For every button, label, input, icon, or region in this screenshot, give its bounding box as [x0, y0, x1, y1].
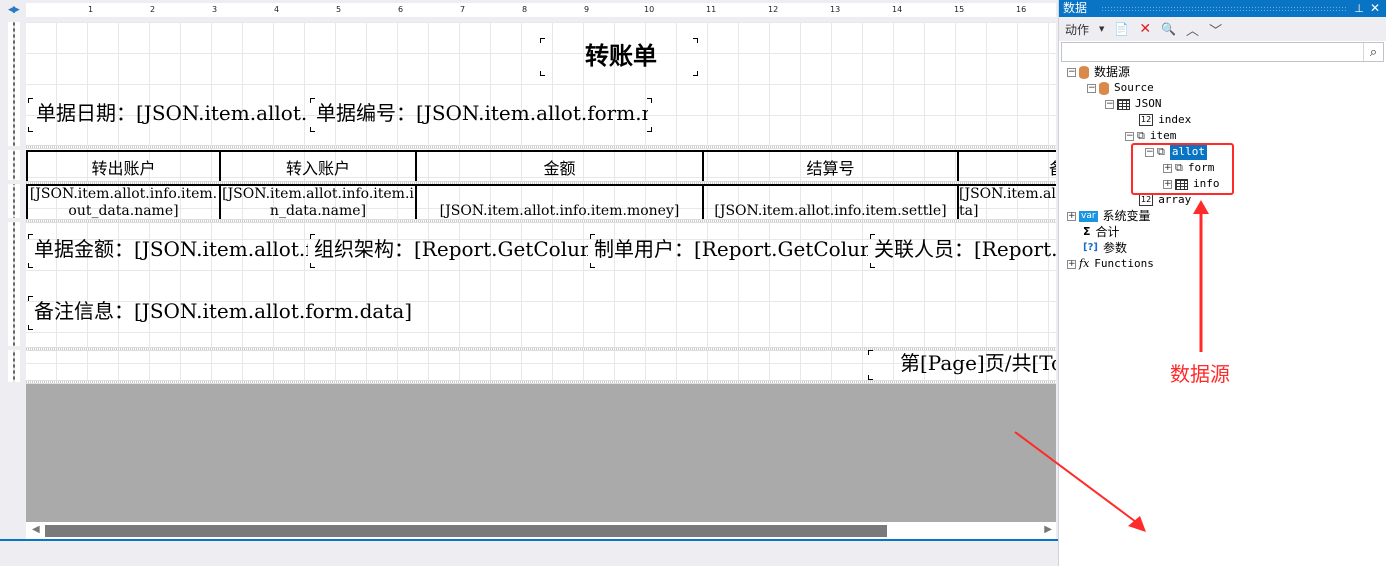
- horizontal-ruler: 1 2 3 4 5 6 7 8 9 10 11 12 13 14 15 16: [26, 3, 1056, 17]
- designer-background: [26, 384, 1056, 522]
- close-icon[interactable]: ✕: [1370, 0, 1380, 17]
- collapse-icon[interactable]: −: [1125, 131, 1134, 141]
- vertical-ruler: [8, 22, 20, 382]
- data-cell[interactable]: [JSON.item.allot.info.item.out_data.name…: [26, 184, 221, 222]
- header-cell[interactable]: 备注: [957, 150, 1056, 184]
- tree-node-json[interactable]: − JSON: [1105, 96, 1162, 112]
- related-person-field[interactable]: 关联人员：[Report.GetColumn]: [870, 234, 1056, 268]
- table-data-row[interactable]: [JSON.item.allot.info.item.out_data.name…: [26, 184, 1056, 222]
- report-page: 转账单 单据日期：[JSON.item.allot.form.date] 单据编…: [26, 22, 1056, 384]
- header-cell[interactable]: 结算号: [702, 150, 959, 184]
- ruler-mark: 6: [398, 3, 404, 17]
- search-icon[interactable]: ⌕: [1363, 43, 1383, 61]
- status-divider: [0, 539, 1058, 541]
- number-field[interactable]: 单据编号：[JSON.item.allot.form.number]: [310, 98, 652, 132]
- expand-icon[interactable]: +: [1067, 211, 1076, 221]
- band-separator: [26, 145, 1056, 149]
- pin-icon[interactable]: ⊥: [1354, 0, 1364, 17]
- collapse-icon[interactable]: −: [1105, 99, 1114, 109]
- organization-field[interactable]: 组织架构：[Report.GetColumn]: [310, 234, 592, 268]
- tree-node-parameters[interactable]: [?] 参数: [1083, 240, 1127, 256]
- new-item-icon[interactable]: 📄: [1114, 22, 1129, 36]
- scroll-right-icon[interactable]: ▶: [1044, 524, 1052, 535]
- ruler-mark: 8: [522, 3, 528, 17]
- expand-icon[interactable]: +: [1067, 259, 1076, 269]
- data-cell[interactable]: [JSON.item.allot.info.item.settle]: [702, 184, 959, 222]
- report-title: 转账单: [585, 42, 657, 70]
- ruler-mark: 2: [150, 3, 156, 17]
- date-field[interactable]: 单据日期：[JSON.item.allot.form.date]: [28, 98, 310, 132]
- chevron-down-icon[interactable]: ▼: [1099, 25, 1104, 33]
- data-panel: 数据 ⊥ ✕ 动作 ▼ 📄 ✕ 🔍 ︿ ﹀ ⌕ − 数据源 − Source − JS…: [1058, 0, 1386, 566]
- tree-node-index[interactable]: 12 index: [1139, 112, 1191, 128]
- ruler-mark: 5: [336, 3, 342, 17]
- variable-icon: var: [1079, 210, 1098, 222]
- ruler-mark: 13: [830, 3, 841, 17]
- ruler-mark: 11: [706, 3, 717, 17]
- tree-node-source[interactable]: − Source: [1087, 80, 1154, 96]
- ruler-mark: 9: [584, 3, 590, 17]
- ruler-mark: 1: [88, 3, 94, 17]
- move-up-icon[interactable]: ︿: [1186, 20, 1199, 39]
- data-cell[interactable]: [JSON.item.allot.info.item.in_data.name]: [219, 184, 417, 222]
- number-icon: 12: [1139, 114, 1154, 126]
- ruler-mark: 10: [644, 3, 655, 17]
- annotation-highlight-box: [1131, 143, 1234, 195]
- object-icon: ⧉: [1137, 129, 1145, 142]
- collapse-icon[interactable]: −: [1067, 67, 1076, 77]
- action-menu-button[interactable]: 动作: [1065, 21, 1089, 38]
- tree-node-functions[interactable]: + fx Functions: [1067, 256, 1154, 272]
- database-icon: [1079, 65, 1089, 79]
- band-separator: [26, 219, 1056, 223]
- collapse-icon[interactable]: −: [1087, 83, 1096, 93]
- ruler-mark: 15: [954, 3, 965, 17]
- sigma-icon: Σ: [1083, 225, 1091, 238]
- table-header-row[interactable]: 转出账户 转入账户 金额 结算号 备注: [26, 150, 1056, 184]
- ruler-mark: 14: [892, 3, 903, 17]
- report-designer: ◀▶ 1 2 3 4 5 6 7 8 9 10 11 12 13 14 15 1…: [0, 0, 1058, 566]
- number-icon: 12: [1139, 194, 1154, 206]
- edit-query-icon[interactable]: 🔍: [1161, 22, 1176, 36]
- tree-node-totals[interactable]: Σ 合计: [1083, 224, 1120, 240]
- ruler-toggle-icon[interactable]: ◀▶: [8, 4, 20, 15]
- parameter-icon: [?]: [1083, 242, 1098, 253]
- horizontal-scrollbar[interactable]: ◀ ▶: [26, 522, 1056, 539]
- amount-field[interactable]: 单据金额：[JSON.item.allot.form.money]: [28, 234, 310, 268]
- panel-title-bar[interactable]: 数据 ⊥ ✕: [1059, 0, 1386, 17]
- note-field[interactable]: 备注信息：[JSON.item.allot.form.data]: [28, 296, 628, 330]
- move-down-icon[interactable]: ﹀: [1209, 20, 1222, 39]
- tree-node-item[interactable]: − ⧉ item: [1125, 128, 1176, 144]
- ruler-mark: 12: [768, 3, 779, 17]
- panel-title: 数据: [1063, 1, 1088, 15]
- scroll-left-icon[interactable]: ◀: [32, 524, 40, 535]
- table-icon: [1117, 98, 1130, 110]
- function-icon: fx: [1079, 257, 1090, 270]
- ruler-mark: 7: [460, 3, 466, 17]
- tree-node-datasources[interactable]: − 数据源: [1067, 64, 1130, 80]
- header-cell[interactable]: 转出账户: [26, 150, 221, 184]
- data-cell[interactable]: [JSON.item.allot.info.item.data]: [957, 184, 1056, 222]
- delete-icon[interactable]: ✕: [1139, 21, 1151, 37]
- ruler-mark: 16: [1016, 3, 1027, 17]
- header-cell[interactable]: 金额: [415, 150, 704, 184]
- tree-node-system-variables[interactable]: + var 系统变量: [1067, 208, 1151, 224]
- annotation-label: 数据源: [1170, 362, 1230, 386]
- scrollbar-thumb[interactable]: [45, 525, 887, 537]
- page-number-field[interactable]: 第[Page]页/共[TotalPages]页: [868, 350, 1056, 380]
- ruler-mark: 4: [274, 3, 280, 17]
- header-cell[interactable]: 转入账户: [219, 150, 417, 184]
- panel-toolbar: 动作 ▼ 📄 ✕ 🔍 ︿ ﹀: [1059, 17, 1386, 41]
- search-input[interactable]: ⌕: [1061, 42, 1384, 62]
- creator-field[interactable]: 制单用户：[Report.GetColumn]: [590, 234, 872, 268]
- database-icon: [1099, 81, 1109, 95]
- ruler-mark: 3: [212, 3, 218, 17]
- data-cell[interactable]: [JSON.item.allot.info.item.money]: [415, 184, 704, 222]
